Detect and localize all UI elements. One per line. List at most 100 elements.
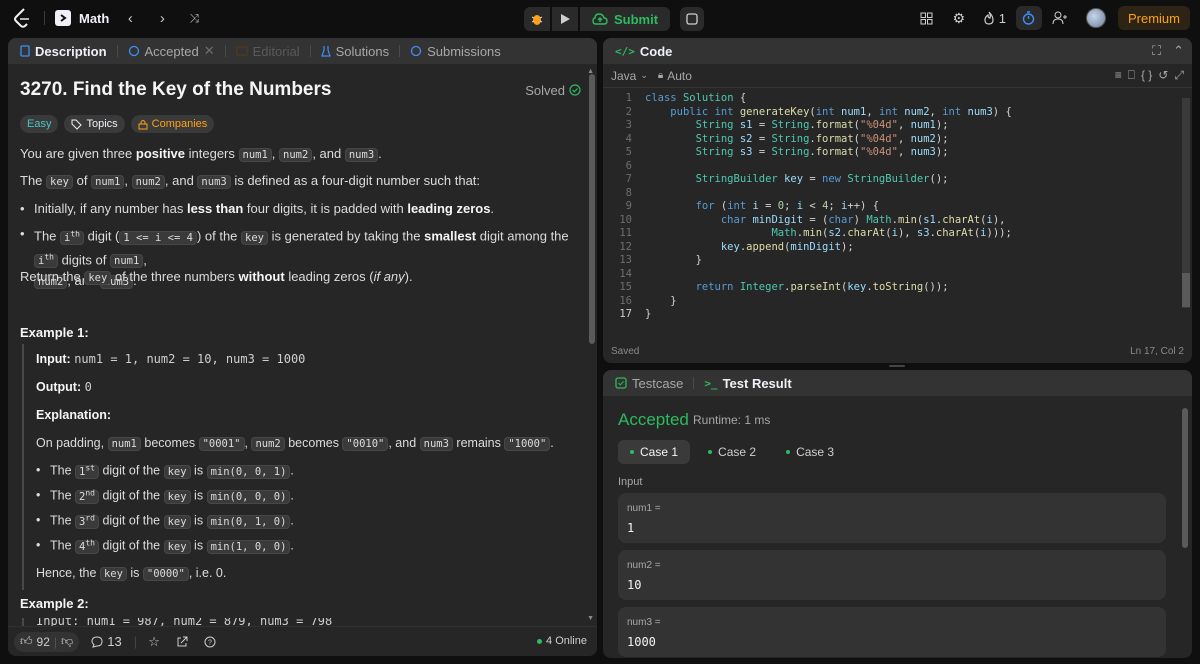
shuffle-icon[interactable]: ⤨ bbox=[183, 7, 205, 29]
scrollbar-thumb[interactable] bbox=[1182, 273, 1190, 307]
timer-button[interactable] bbox=[1015, 6, 1042, 30]
star-icon[interactable]: ☆ bbox=[143, 632, 165, 652]
prev-problem-icon[interactable]: ‹ bbox=[119, 7, 141, 29]
next-problem-icon[interactable]: › bbox=[151, 7, 173, 29]
thumbs-down-icon[interactable]: 👎︎ bbox=[61, 634, 73, 649]
scrollbar[interactable] bbox=[1182, 408, 1188, 548]
text: ). bbox=[404, 269, 413, 284]
page-title[interactable]: 3270. Find the Key of the Numbers bbox=[20, 79, 331, 101]
premium-button[interactable]: Premium bbox=[1117, 6, 1190, 30]
tab-description[interactable]: Description bbox=[16, 44, 111, 59]
inline-code: ith bbox=[60, 229, 84, 245]
inline-code: num1 bbox=[91, 175, 125, 189]
difficulty-badge: Easy bbox=[20, 115, 59, 133]
submit-button[interactable]: Submit bbox=[580, 7, 671, 31]
scrollbar[interactable] bbox=[589, 74, 595, 344]
line-number: 12 bbox=[619, 240, 632, 253]
case-tab[interactable]: Case 3 bbox=[774, 440, 846, 464]
line-number: 9 bbox=[625, 200, 632, 212]
example-hence: Hence, the key is "0000", i.e. 0. bbox=[36, 566, 226, 581]
tab-submissions[interactable]: Submissions bbox=[406, 44, 505, 59]
text: , and bbox=[388, 436, 420, 450]
auto-mode[interactable]: 🔒︎ Auto bbox=[658, 69, 692, 83]
code-line: } bbox=[670, 294, 677, 307]
notes-button[interactable] bbox=[680, 7, 705, 31]
case-tab[interactable]: Case 1 bbox=[618, 440, 691, 464]
companies-label: Companies bbox=[151, 118, 208, 130]
format-icon[interactable]: ≡ bbox=[1115, 68, 1122, 83]
text: of the three numbers bbox=[111, 269, 239, 284]
line-number: 8 bbox=[625, 186, 632, 199]
case-tabs: Case 1 Case 2 Case 3 bbox=[618, 440, 846, 464]
text: leading zeros ( bbox=[284, 269, 374, 284]
run-button[interactable] bbox=[552, 7, 578, 31]
text: becomes bbox=[284, 436, 343, 450]
list-item: • The 3rd digit of the key is min(0, 1, 0… bbox=[36, 513, 294, 529]
flask-icon bbox=[320, 46, 331, 57]
fullscreen-icon[interactable]: ⤢ bbox=[1174, 68, 1184, 83]
tab-accepted[interactable]: Accepted ✕ bbox=[124, 43, 219, 59]
leetcode-logo-icon[interactable] bbox=[10, 6, 34, 30]
test-panel-tabs: Testcase >_ Test Result bbox=[603, 370, 1192, 396]
comments-button[interactable]: 13 bbox=[85, 632, 127, 652]
line-number: 10 bbox=[619, 213, 632, 226]
close-icon[interactable]: ✕ bbox=[204, 43, 215, 59]
inline-code: num2 bbox=[131, 175, 165, 189]
topics-button[interactable]: Topics bbox=[64, 115, 125, 133]
collapse-icon[interactable]: ⌃ bbox=[1173, 43, 1184, 59]
share-icon[interactable] bbox=[171, 632, 193, 652]
cloud-upload-icon bbox=[592, 13, 608, 25]
like-button[interactable]: 👍︎ 92 | 👎︎ bbox=[14, 631, 80, 652]
description-paragraph: Return the key of the three numbers with… bbox=[20, 268, 570, 287]
gear-icon[interactable]: ⚙ bbox=[945, 6, 973, 30]
code-editor[interactable]: 1 class Solution {2 public int generateKe… bbox=[603, 92, 1178, 326]
debug-button[interactable] bbox=[524, 7, 550, 31]
output-label: Output: bbox=[36, 380, 82, 394]
inline-code: "0001" bbox=[198, 437, 245, 451]
language-select[interactable]: Java ⌄ bbox=[611, 69, 648, 83]
tab-solutions[interactable]: Solutions bbox=[317, 44, 393, 59]
problem-list-button[interactable]: Math bbox=[55, 10, 109, 26]
check-circle-icon bbox=[569, 84, 581, 96]
streak-count: 1 bbox=[998, 10, 1006, 26]
text: . bbox=[550, 436, 554, 450]
line-number: 4 bbox=[625, 132, 632, 145]
code-line: for (int i = 0; i < 4; i++) { bbox=[695, 200, 880, 212]
companies-button[interactable]: Companies bbox=[130, 115, 215, 133]
checkbox-icon bbox=[615, 377, 627, 389]
reset-icon[interactable]: ↺ bbox=[1158, 68, 1168, 83]
text: . bbox=[290, 463, 294, 478]
scroll-down-icon[interactable]: ▼ bbox=[587, 615, 594, 622]
input-box: num3 = 1000 bbox=[618, 607, 1166, 657]
online-count: 4 Online bbox=[546, 635, 587, 647]
tab-testcase[interactable]: Testcase bbox=[611, 376, 687, 391]
solved-status: Solved bbox=[525, 83, 581, 98]
tab-test-result[interactable]: >_ Test Result bbox=[700, 376, 795, 391]
avatar[interactable] bbox=[1085, 8, 1106, 28]
tab-description-label: Description bbox=[35, 43, 107, 59]
text: , and bbox=[312, 146, 345, 161]
streak-counter[interactable]: 1 bbox=[977, 11, 1012, 26]
help-icon[interactable]: ? bbox=[199, 632, 221, 652]
scroll-up-icon[interactable]: ▲ bbox=[587, 68, 594, 75]
text: . bbox=[378, 146, 382, 161]
tab-editorial: Editorial bbox=[232, 44, 304, 59]
case-tab[interactable]: Case 2 bbox=[696, 440, 768, 464]
layout-grid-icon[interactable] bbox=[913, 6, 941, 30]
code-line: } bbox=[695, 254, 702, 266]
description-paragraph: You are given three positive integers nu… bbox=[20, 145, 570, 164]
case-label: Case 1 bbox=[640, 445, 679, 459]
bookmark-icon[interactable]: ⎕ bbox=[1128, 68, 1135, 83]
add-friend-icon[interactable] bbox=[1046, 6, 1074, 30]
text: You are given three bbox=[20, 146, 136, 161]
input-label: Input: bbox=[36, 352, 71, 366]
inline-code: min(0, 0, 1) bbox=[206, 464, 291, 479]
tab-code[interactable]: </> Code bbox=[611, 44, 676, 59]
chevron-down-icon: ⌄ bbox=[640, 70, 648, 80]
text: is bbox=[190, 513, 207, 528]
resize-handle[interactable] bbox=[889, 365, 905, 367]
online-dot bbox=[537, 638, 543, 644]
maximize-icon[interactable]: ⛶ bbox=[1152, 43, 1161, 59]
braces-icon[interactable]: { } bbox=[1141, 68, 1152, 83]
code-panel-header: </> Code ⛶ ⌃ bbox=[603, 38, 1192, 64]
